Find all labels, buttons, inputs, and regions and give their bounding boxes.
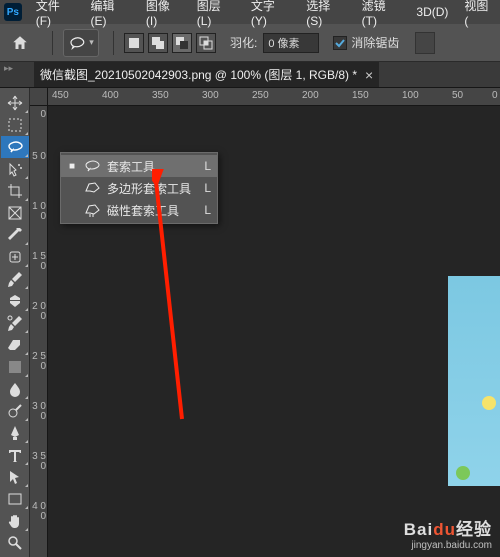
lasso-icon <box>68 36 86 50</box>
menu-bar: Ps 文件(F) 编辑(E) 图像(I) 图层(L) 文字(Y) 选择(S) 滤… <box>0 0 500 24</box>
flyout-shortcut: L <box>204 159 211 173</box>
hand-tool[interactable] <box>1 510 29 532</box>
frame-tool[interactable] <box>1 202 29 224</box>
lasso-tool[interactable] <box>1 136 29 158</box>
history-brush-tool[interactable] <box>1 312 29 334</box>
brush-tool[interactable] <box>1 268 29 290</box>
home-button[interactable] <box>6 29 34 57</box>
selection-mode-subtract[interactable] <box>172 33 192 53</box>
flyout-shortcut: L <box>204 203 211 217</box>
lasso-flyout-menu: ■ 套索工具 L 多边形套索工具 L 磁性套索工具 L <box>60 152 218 224</box>
document-tab[interactable]: 微信截图_20210502042903.png @ 100% (图层 1, RG… <box>34 62 379 87</box>
ruler-tick: 250 <box>252 90 269 101</box>
healing-brush-tool[interactable] <box>1 246 29 268</box>
flyout-item-poly-lasso[interactable]: 多边形套索工具 L <box>61 177 217 199</box>
ruler-tick: 2 5 0 <box>32 352 46 372</box>
eraser-tool[interactable] <box>1 334 29 356</box>
ruler-tick: 1 0 0 <box>32 202 46 222</box>
type-tool[interactable] <box>1 444 29 466</box>
separator <box>52 31 53 55</box>
antialias-checkbox[interactable] <box>333 36 347 50</box>
ruler-vertical[interactable]: 0 5 0 1 0 0 1 5 0 2 0 0 2 5 0 3 0 0 3 5 … <box>30 106 48 557</box>
menu-select[interactable]: 选择(S) <box>298 0 353 24</box>
feather-input[interactable] <box>263 33 319 53</box>
separator <box>113 31 114 55</box>
ruler-tick: 5 0 <box>32 152 46 162</box>
watermark: Baidu经验 jingyan.baidu.com <box>404 515 492 551</box>
ruler-tick: 50 <box>452 90 463 101</box>
ruler-tick: 3 5 0 <box>32 452 46 472</box>
polygon-lasso-icon <box>83 181 101 195</box>
ruler-tick: 400 <box>102 90 119 101</box>
magnetic-lasso-icon <box>83 203 101 217</box>
flyout-item-lasso[interactable]: ■ 套索工具 L <box>61 155 217 177</box>
ruler-origin[interactable] <box>30 88 48 106</box>
options-overflow[interactable] <box>415 32 435 54</box>
menu-file[interactable]: 文件(F) <box>28 0 83 24</box>
selection-mode-row <box>124 33 216 53</box>
menu-type[interactable]: 文字(Y) <box>243 0 298 24</box>
current-tool-button[interactable]: ▾ <box>63 29 99 57</box>
close-tab-icon[interactable]: × <box>365 67 373 83</box>
ruler-tick: 0 <box>492 90 498 101</box>
blur-tool[interactable] <box>1 378 29 400</box>
watermark-brand: 经验 <box>456 520 492 539</box>
home-icon <box>11 34 29 52</box>
ruler-tick: 1 5 0 <box>32 252 46 272</box>
toolbox <box>0 88 30 557</box>
dropdown-caret-icon: ▾ <box>89 37 94 48</box>
selected-marker-icon: ■ <box>67 161 77 172</box>
ruler-tick: 350 <box>152 90 169 101</box>
zoom-tool[interactable] <box>1 532 29 554</box>
ruler-tick: 0 <box>32 110 46 120</box>
ruler-tick: 150 <box>352 90 369 101</box>
menu-edit[interactable]: 编辑(E) <box>82 0 137 24</box>
ruler-tick: 450 <box>52 90 69 101</box>
selection-mode-intersect[interactable] <box>196 33 216 53</box>
gradient-tool[interactable] <box>1 356 29 378</box>
panel-collapse-icon[interactable]: ▸▸ <box>4 64 13 73</box>
menu-filter[interactable]: 滤镜(T) <box>354 0 409 24</box>
lasso-icon <box>83 159 101 173</box>
flyout-shortcut: L <box>204 181 211 195</box>
move-tool[interactable] <box>1 92 29 114</box>
antialias-label: 消除锯齿 <box>351 34 399 51</box>
feather-label: 羽化: <box>230 34 257 51</box>
menu-view[interactable]: 视图( <box>456 0 500 24</box>
app-logo: Ps <box>4 3 22 21</box>
path-select-tool[interactable] <box>1 466 29 488</box>
crop-tool[interactable] <box>1 180 29 202</box>
flyout-label: 套索工具 <box>107 158 198 175</box>
flyout-label: 多边形套索工具 <box>107 180 198 197</box>
menu-3d[interactable]: 3D(D) <box>408 0 456 24</box>
document-tab-title: 微信截图_20210502042903.png @ 100% (图层 1, RG… <box>40 66 357 83</box>
options-bar: ▾ 羽化: 消除锯齿 <box>0 24 500 62</box>
flyout-label: 磁性套索工具 <box>107 202 198 219</box>
watermark-brand: Bai <box>404 520 433 539</box>
watermark-brand: du <box>433 520 456 539</box>
image-content <box>448 276 500 486</box>
watermark-sub: jingyan.baidu.com <box>404 540 492 551</box>
ruler-tick: 2 0 0 <box>32 302 46 322</box>
ruler-horizontal[interactable]: 450 400 350 300 250 200 150 100 50 0 <box>48 88 500 106</box>
dodge-tool[interactable] <box>1 400 29 422</box>
rectangle-tool[interactable] <box>1 488 29 510</box>
ruler-tick: 200 <box>302 90 319 101</box>
pen-tool[interactable] <box>1 422 29 444</box>
selection-mode-new[interactable] <box>124 33 144 53</box>
ruler-tick: 100 <box>402 90 419 101</box>
document-tab-strip: 微信截图_20210502042903.png @ 100% (图层 1, RG… <box>0 62 500 88</box>
menu-image[interactable]: 图像(I) <box>138 0 189 24</box>
selection-mode-add[interactable] <box>148 33 168 53</box>
eyedropper-tool[interactable] <box>1 224 29 246</box>
marquee-tool[interactable] <box>1 114 29 136</box>
ruler-tick: 300 <box>202 90 219 101</box>
ruler-tick: 3 0 0 <box>32 402 46 422</box>
quick-select-tool[interactable] <box>1 158 29 180</box>
ruler-tick: 4 0 0 <box>32 502 46 522</box>
flyout-item-magnetic-lasso[interactable]: 磁性套索工具 L <box>61 199 217 221</box>
clone-stamp-tool[interactable] <box>1 290 29 312</box>
menu-layer[interactable]: 图层(L) <box>189 0 243 24</box>
